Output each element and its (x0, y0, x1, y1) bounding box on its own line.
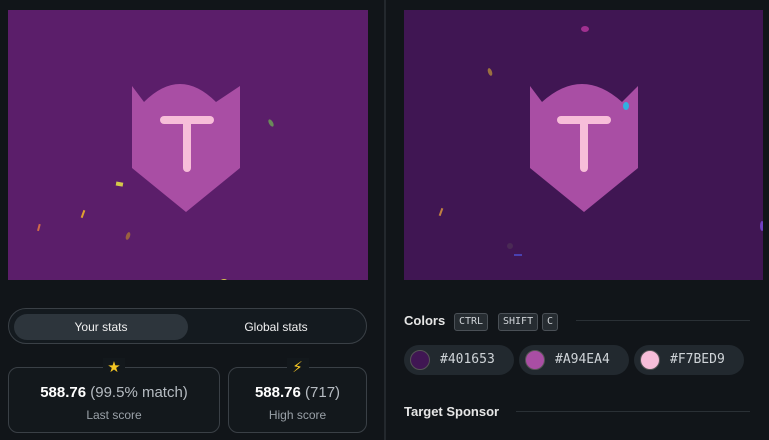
color-hex: #401653 (440, 352, 495, 367)
stats-toggle: Your stats Global stats (8, 308, 367, 344)
high-score-label: High score (268, 408, 327, 422)
your-stats-tab[interactable]: Your stats (14, 314, 188, 340)
color-hex: #A94EA4 (555, 352, 610, 367)
last-score-match: (99.5% match) (90, 384, 188, 401)
player-panel: Your stats Global stats ★ 588.76 (99.5% … (0, 0, 384, 440)
global-stats-tab[interactable]: Global stats (189, 314, 363, 340)
shortcut-key-ctrl: CTRL (454, 313, 489, 331)
player-logo-drawing (36, 84, 274, 280)
last-score-card: ★ 588.76 (99.5% match) Last score (8, 358, 220, 433)
target-panel: Colors CTRL SHIFT C #401653 #A94EA4 #F7B… (386, 0, 769, 440)
sponsor-divider (516, 411, 750, 412)
player-drawing-canvas[interactable] (8, 10, 368, 280)
last-score-value-line: 588.76 (99.5% match) (9, 384, 219, 401)
shortcut-key-c: C (542, 313, 559, 331)
star-icon: ★ (103, 358, 125, 378)
target-logo (404, 10, 763, 280)
target-sponsor-title: Target Sponsor (404, 404, 500, 419)
colors-title: Colors (404, 313, 446, 328)
color-swatch-dark[interactable]: #401653 (404, 345, 514, 375)
high-score-value: 588.76 (254, 384, 301, 401)
last-score-value: 588.76 (40, 384, 87, 401)
colors-divider (576, 320, 750, 321)
last-score-label: Last score (86, 408, 142, 422)
color-dot (525, 350, 545, 370)
lightning-icon: ⚡ (286, 358, 309, 378)
high-score-value-line: 588.76 (717) (229, 384, 366, 401)
shortcut-key-shift: SHIFT (498, 313, 539, 331)
color-dot (410, 350, 430, 370)
color-swatch-mid[interactable]: #A94EA4 (519, 345, 629, 375)
color-swatch-light[interactable]: #F7BED9 (634, 345, 744, 375)
target-image (404, 10, 763, 280)
color-hex: #F7BED9 (670, 352, 725, 367)
high-score-count: (717) (305, 384, 341, 401)
color-dot (640, 350, 660, 370)
high-score-card: ⚡ 588.76 (717) High score (228, 358, 367, 433)
